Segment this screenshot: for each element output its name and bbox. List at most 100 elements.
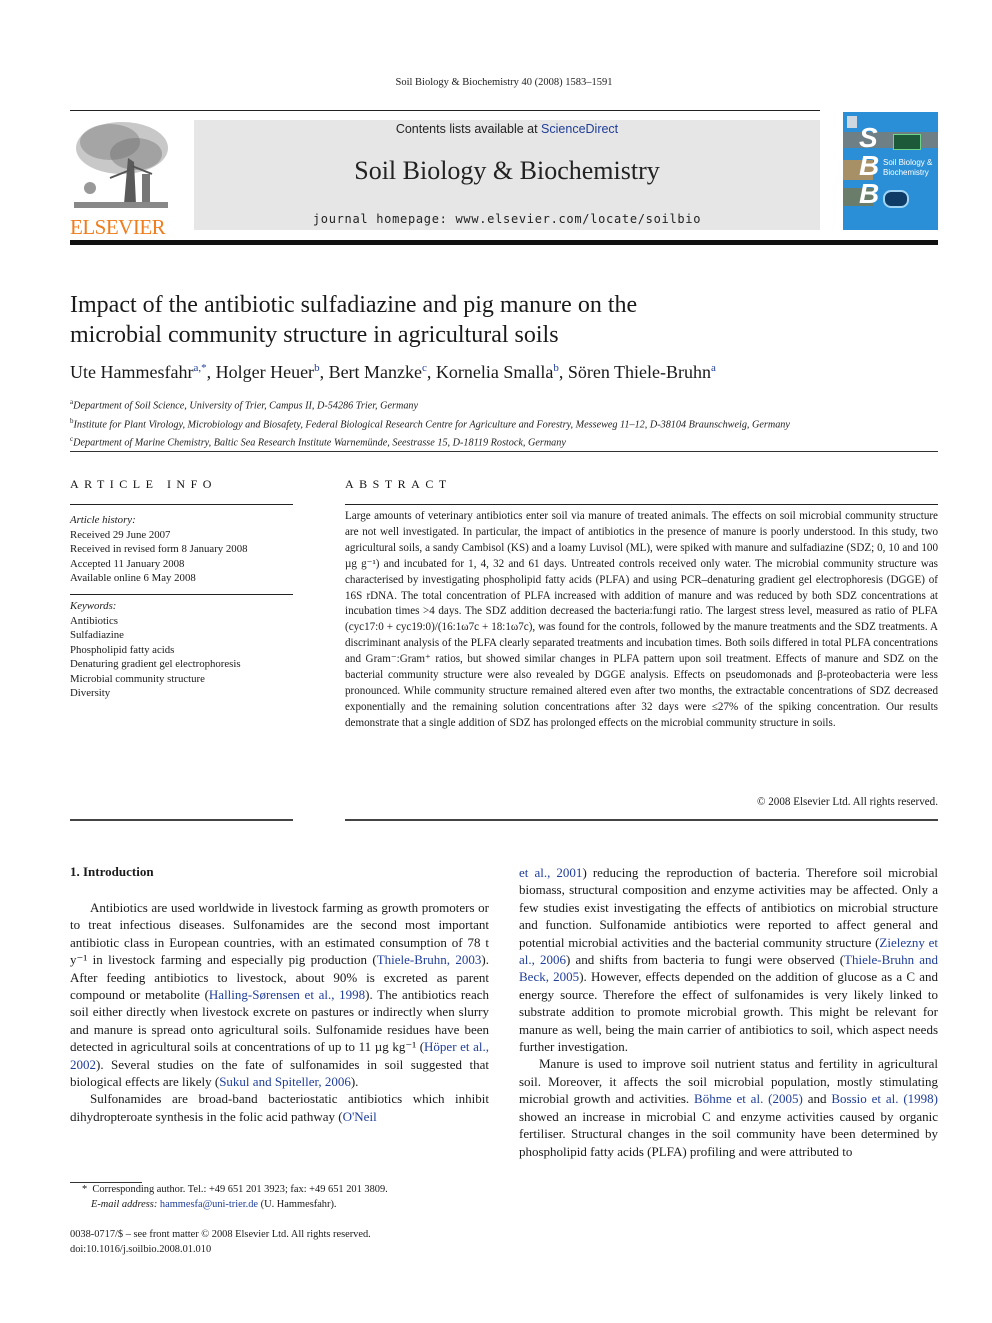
elsevier-logo[interactable]: ELSEVIER [70,118,172,238]
author[interactable]: Ute Hammesfahra,* [70,362,207,382]
citation-link[interactable]: et al., 2001 [519,865,582,880]
keyword: Sulfadiazine [70,629,124,641]
author-name: Bert Manzke [328,362,423,382]
history-item: Received in revised form 8 January 2008 [70,543,248,555]
section-divider [70,451,938,452]
article-info-bottom-rule [70,819,293,821]
author[interactable]: Sören Thiele-Bruhna [568,362,716,382]
cover-image-strip [893,134,921,150]
author-list: Ute Hammesfahra,*, Holger Heuerb, Bert M… [70,362,716,382]
paragraph: et al., 2001) reducing the reproduction … [519,864,938,1055]
email-link[interactable]: hammesfa@uni-trier.de [160,1199,258,1210]
paragraph-text: ) and shifts from bacteria to fungi were… [566,952,845,968]
affiliation: bInstitute for Plant Virology, Microbiol… [70,414,940,433]
author[interactable]: Bert Manzkec [329,362,427,382]
author-name: Sören Thiele-Bruhn [567,362,712,382]
keywords-label: Keywords: [70,600,117,612]
author-affil-sup[interactable]: a [711,362,716,374]
issn-line: 0038-0717/$ – see front matter © 2008 El… [70,1229,371,1240]
paragraph-text: and [802,1091,832,1107]
article-info: Article history: Received 29 June 2007 R… [70,513,295,586]
running-title: Soil Biology & Biochemistry 40 (2008) 15… [395,77,613,88]
contents-line: Contents lists available at ScienceDirec… [194,122,820,136]
right-column: et al., 2001) reducing the reproduction … [519,864,938,1160]
author-name: Kornelia Smalla [435,362,554,382]
left-column: Antibiotics are used worldwide in livest… [70,899,489,1125]
author-affil-sup[interactable]: b [553,362,559,374]
cover-image-strip [843,132,938,148]
article-info-rule [70,504,293,505]
journal-cover[interactable]: S B B Soil Biology & Biochemistry [843,112,938,230]
keyword: Denaturing gradient gel electrophoresis [70,658,241,670]
keyword: Microbial community structure [70,672,205,685]
author-name: Holger Heuer [215,362,315,382]
footnote-line: * Corresponding author. Tel.: +49 651 20… [70,1183,500,1198]
email-label: E-mail address: [91,1198,158,1210]
cover-image-strip [883,190,909,208]
title-line: Impact of the antibiotic sulfadiazine an… [70,292,638,318]
keywords: Keywords: Antibiotics Sulfadiazine Phosp… [70,599,295,701]
citation-link[interactable]: Halling-Sørensen et al., 1998 [209,987,365,1002]
keyword: Antibiotics [70,614,118,627]
cover-title-line: Soil Biology & [883,158,933,167]
history-label: Article history: [70,514,136,526]
paragraph-text: ) reducing the reproduction of bacteria.… [519,865,939,950]
paragraph-text: showed an increase in microbial C and en… [519,1108,938,1159]
author-name: Ute Hammesfahr [70,362,194,382]
cover-logo-icon [847,116,857,128]
paragraph: Antibiotics are used worldwide in livest… [70,899,489,1090]
citation-link[interactable]: Bossio et al. (1998) [831,1091,938,1106]
keyword: Diversity [70,687,111,699]
email-suffix: (U. Hammesfahr). [258,1198,337,1210]
citation-link[interactable]: Böhme et al. (2005) [694,1091,803,1106]
footnote-text: Corresponding author. Tel.: +49 651 201 … [92,1184,388,1195]
cover-title: Soil Biology & Biochemistry [883,158,932,178]
keywords-rule [70,594,293,595]
history-item: Received 29 June 2007 [70,528,171,541]
author[interactable]: Kornelia Smallab [436,362,559,382]
sciencedirect-link[interactable]: ScienceDirect [541,122,618,136]
author-affil-sup[interactable]: b [314,362,320,374]
doi-line[interactable]: doi:10.1016/j.soilbio.2008.01.010 [70,1243,500,1258]
affil-text: Department of Marine Chemistry, Baltic S… [73,437,566,449]
paragraph: Manure is used to improve soil nutrient … [519,1055,938,1159]
footnote-line: E-mail address: hammesfa@uni-trier.de (U… [70,1198,500,1213]
journal-title: Soil Biology & Biochemistry [354,156,660,185]
tree-icon [70,118,172,214]
corresponding-footnote: * Corresponding author. Tel.: +49 651 20… [70,1183,500,1212]
citation-link[interactable]: O'Neil [343,1109,377,1124]
journal-banner: Contents lists available at ScienceDirec… [194,120,820,230]
affiliations: aDepartment of Soil Science, University … [70,395,940,451]
title-line: microbial community structure in agricul… [70,322,559,348]
article-title: Impact of the antibiotic sulfadiazine an… [70,290,870,350]
header-thick-rule [70,240,938,245]
header-rule [70,110,820,111]
elsevier-wordmark: ELSEVIER [70,215,166,239]
affil-text: Institute for Plant Virology, Microbiolo… [73,418,790,430]
paragraph-text: Sulfonamides are broad-band bacteriostat… [70,1091,489,1124]
introduction-heading: 1. Introduction [70,864,154,879]
paragraph-text: ). However, effects depended on the addi… [519,969,938,1055]
author-affil-sup[interactable]: c [422,362,427,374]
history-item: Accepted 11 January 2008 [70,557,185,570]
affiliation: aDepartment of Soil Science, University … [70,395,940,414]
journal-homepage[interactable]: journal homepage: www.elsevier.com/locat… [194,212,820,226]
affil-text: Department of Soil Science, University o… [73,400,419,412]
abstract-bottom-rule [345,819,938,821]
abstract-copyright: © 2008 Elsevier Ltd. All rights reserved… [757,796,938,808]
cover-letter: B [859,150,880,181]
author-affil-sup[interactable]: a,* [193,362,206,374]
citation-link[interactable]: Thiele-Bruhn, 2003 [377,952,482,967]
contents-prefix: Contents lists available at [395,122,542,136]
abstract-text: Large amounts of veterinary antibiotics … [345,510,938,729]
cover-letter: S [859,122,878,153]
citation-link[interactable]: Sukul and Spiteller, 2006 [219,1074,351,1089]
article-info-heading: ARTICLE INFO [70,477,217,491]
author[interactable]: Holger Heuerb [216,362,320,382]
paragraph-text: ). [350,1074,359,1090]
abstract-heading: ABSTRACT [345,477,452,491]
history-item: Available online 6 May 2008 [70,572,196,584]
keyword: Phospholipid fatty acids [70,643,175,656]
cover-letter: B [859,178,880,209]
front-matter: 0038-0717/$ – see front matter © 2008 El… [70,1228,500,1257]
